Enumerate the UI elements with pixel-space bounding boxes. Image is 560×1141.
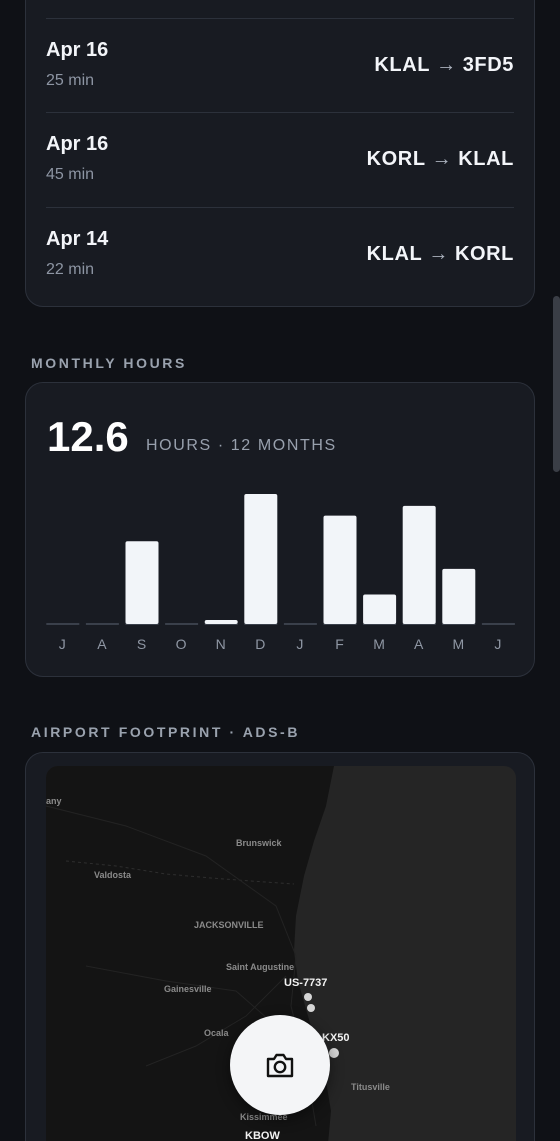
chart-bar[interactable] <box>125 541 159 624</box>
route-origin: KLAL <box>366 243 423 265</box>
marker-label-kx50: KX50 <box>322 1032 350 1044</box>
route-arrow-icon: → <box>431 148 453 170</box>
month-tick-label: M <box>373 636 386 652</box>
map-marker-dot[interactable] <box>304 993 312 1001</box>
row-divider <box>46 207 514 208</box>
chart-bar[interactable] <box>244 494 278 624</box>
flight-date: Apr 16 <box>46 133 109 155</box>
flight-duration: 25 min <box>46 72 95 89</box>
map-place-label: Titusville <box>351 1082 390 1092</box>
month-tick-label: J <box>296 636 304 652</box>
map-marker-dot[interactable] <box>307 1004 315 1012</box>
bar-baseline <box>283 623 317 625</box>
monthly-hours-chart: JASONDJFMAMJ <box>46 494 515 652</box>
map-place-label: Ocala <box>204 1028 229 1038</box>
route-destination: KLAL <box>458 148 514 170</box>
flight-route: KLAL → 3FD5 <box>374 54 514 77</box>
chart-bar[interactable] <box>323 515 357 624</box>
route-arrow-icon: → <box>436 54 457 76</box>
flight-route: KORL → KLAL <box>367 148 514 171</box>
app-screen: Apr 16 25 min KLAL → 3FD5 Apr 16 45 min KO… <box>0 0 560 1141</box>
chart-bar[interactable] <box>402 505 436 624</box>
bar-baseline <box>481 623 515 625</box>
month-tick-label: N <box>216 636 227 652</box>
bar-baseline <box>46 623 80 625</box>
chart-bar[interactable] <box>204 620 238 624</box>
row-divider <box>46 18 514 19</box>
marker-label-kbow: KBOW <box>245 1130 280 1141</box>
monthly-hours-title: MONTHLY HOURS <box>31 355 187 371</box>
flight-duration: 22 min <box>46 261 95 278</box>
month-tick-label: D <box>255 636 266 652</box>
flight-row[interactable]: Apr 16 25 min KLAL → 3FD5 <box>46 18 514 112</box>
monthly-hours-card: 12.6 HOURS · 12 MONTHS JASONDJFMAMJ <box>25 382 535 677</box>
month-tick-label: J <box>59 636 67 652</box>
flight-date: Apr 14 <box>46 228 109 250</box>
map-marker-dot[interactable] <box>329 1048 339 1058</box>
chart-bar[interactable] <box>363 594 397 624</box>
map-place-label: Brunswick <box>236 838 282 848</box>
map-place-label: JACKSONVILLE <box>194 920 264 930</box>
flight-row[interactable]: Apr 14 22 min KLAL → KORL <box>46 207 514 301</box>
flight-route: KLAL → KORL <box>367 243 514 266</box>
airport-footprint-title: AIRPORT FOOTPRINT · ADS-B <box>31 724 301 740</box>
flight-row[interactable]: Apr 16 45 min KORL → KLAL <box>46 112 514 206</box>
camera-button[interactable] <box>230 1015 330 1115</box>
month-tick-label: F <box>335 636 345 652</box>
marker-label-us7737: US-7737 <box>284 977 328 989</box>
route-destination: 3FD5 <box>462 54 514 76</box>
route-origin: KORL <box>366 148 426 170</box>
month-tick-label: A <box>97 636 107 652</box>
map-place-label: Valdosta <box>94 870 132 880</box>
month-tick-label: A <box>414 636 424 652</box>
route-origin: KLAL <box>374 54 431 76</box>
route-destination: KORL <box>454 243 514 265</box>
month-tick-label: S <box>137 636 147 652</box>
flight-duration: 45 min <box>46 166 95 183</box>
map-place-label: Gainesville <box>164 984 212 994</box>
map-place-label: Saint Augustine <box>226 962 295 972</box>
flight-date: Apr 16 <box>46 39 109 61</box>
map-place-label: any <box>46 796 62 806</box>
month-tick-label: O <box>176 636 188 652</box>
recent-flights-card: Apr 16 25 min KLAL → 3FD5 Apr 16 45 min KO… <box>25 0 535 307</box>
scrollbar[interactable] <box>553 296 560 472</box>
bar-baseline <box>85 623 119 625</box>
chart-bar[interactable] <box>442 568 476 624</box>
camera-icon <box>266 1053 294 1078</box>
bar-baseline <box>165 623 199 625</box>
route-arrow-icon: → <box>428 243 449 265</box>
row-divider <box>46 112 514 113</box>
month-tick-label: M <box>452 636 465 652</box>
month-tick-label: J <box>494 636 502 652</box>
